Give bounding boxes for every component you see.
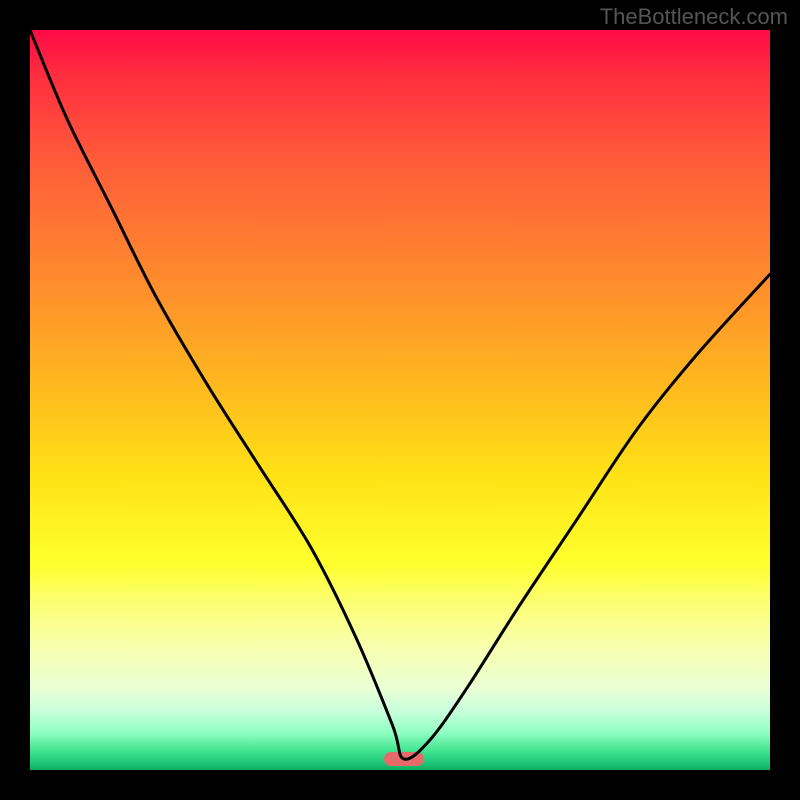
chart-frame: TheBottleneck.com xyxy=(0,0,800,800)
curve-path xyxy=(30,30,770,759)
plot-area xyxy=(30,30,770,770)
bottleneck-curve xyxy=(30,30,770,770)
watermark-text: TheBottleneck.com xyxy=(600,4,788,30)
